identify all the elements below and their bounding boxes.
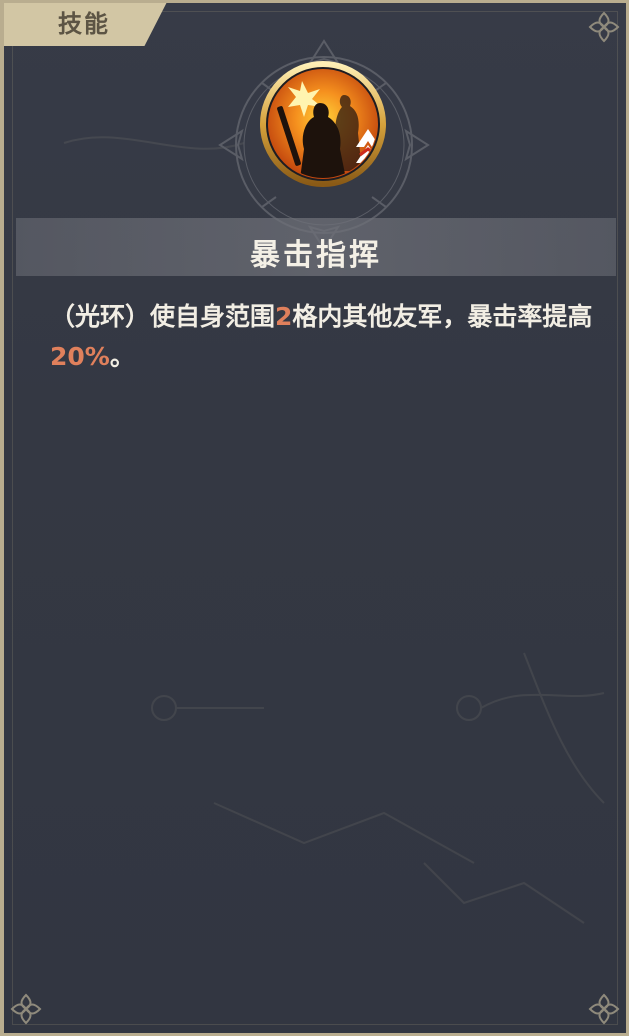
skill-name: 暴击指挥 [250,238,382,273]
desc-text-2: 格内其他友军，暴击率提高 [292,302,593,331]
desc-text-3: 。 [109,342,135,371]
desc-text-1: （光环）使自身范围 [50,302,276,331]
skill-tab[interactable]: 技能 [4,3,168,46]
range-value: 2 [275,302,293,331]
tab-label: 技能 [58,10,110,38]
crit-rate-value: 20% [50,342,110,371]
corner-ornament-icon [588,993,620,1025]
skill-description: （光环）使自身范围2格内其他友军，暴击率提高 20%。 [50,297,606,377]
skill-title-bar: 暴击指挥 [16,218,616,276]
crit-command-skill-icon [260,61,386,187]
corner-ornament-icon [10,993,42,1025]
corner-ornament-icon [588,11,620,43]
skill-panel: 技能 暴击指挥 （光环）使自身范围2格内其他友军，暴击率提高20%。 [0,0,629,1036]
